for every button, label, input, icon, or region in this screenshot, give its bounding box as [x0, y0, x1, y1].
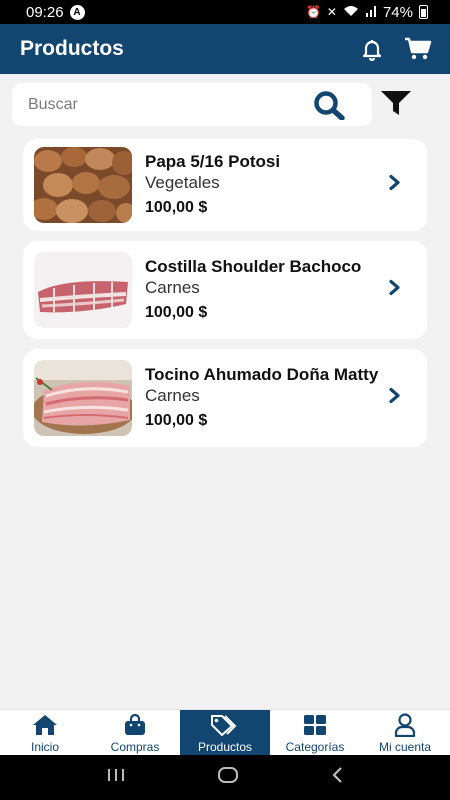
nav-item-productos[interactable]: Productos: [180, 710, 270, 755]
bottom-nav: Inicio Compras Productos Categorías Mi c…: [0, 709, 450, 755]
app-actions: [360, 37, 432, 61]
status-time: 09:26: [26, 3, 64, 21]
bell-icon[interactable]: [360, 37, 384, 61]
status-right: ⏰ ✕ 74%: [306, 4, 428, 21]
system-nav-bar: [0, 755, 450, 800]
tag-icon: [210, 713, 240, 737]
product-price: 100,00 $: [145, 304, 208, 321]
product-card[interactable]: Costilla Shoulder Bachoco Carnes 100,00 …: [23, 241, 427, 339]
grid-icon: [303, 713, 327, 737]
product-card[interactable]: Papa 5/16 Potosi Vegetales 100,00 $: [23, 139, 427, 231]
alarm-icon: ⏰: [305, 5, 321, 19]
status-bar: 09:26 A ⏰ ✕ 74%: [0, 0, 450, 24]
product-price: 100,00 $: [145, 412, 208, 429]
product-info: Costilla Shoulder Bachoco Carnes 100,00 …: [145, 257, 427, 323]
product-name: Papa 5/16 Potosi: [145, 152, 281, 171]
user-icon: [394, 713, 416, 737]
product-price: 100,00 $: [145, 199, 208, 216]
product-category: Vegetales: [145, 173, 220, 192]
product-card[interactable]: Tocino Ahumado Doña Matty Carnes 100,00 …: [23, 349, 427, 447]
nav-label: Productos: [197, 740, 253, 754]
product-name: Tocino Ahumado Doña Matty: [145, 365, 379, 384]
product-category: Carnes: [145, 278, 200, 297]
search-icon[interactable]: [312, 90, 348, 120]
battery-percent: 74%: [382, 3, 413, 21]
filter-icon[interactable]: [380, 89, 412, 117]
notification-app-icon: A: [69, 4, 85, 20]
search-box: [12, 83, 372, 126]
product-name: Costilla Shoulder Bachoco: [145, 257, 362, 276]
nav-item-inicio[interactable]: Inicio: [0, 710, 90, 755]
page-title: Productos: [20, 37, 124, 60]
nav-item-compras[interactable]: Compras: [90, 710, 180, 755]
product-category: Carnes: [145, 386, 200, 405]
status-left: 09:26 A: [26, 4, 85, 21]
nav-item-mi-cuenta[interactable]: Mi cuenta: [360, 710, 450, 755]
product-image-ribs: [34, 252, 132, 328]
product-info: Tocino Ahumado Doña Matty Carnes 100,00 …: [145, 365, 427, 431]
app-bar: Productos: [0, 24, 450, 74]
chevron-right-icon[interactable]: [389, 279, 401, 301]
search-input[interactable]: [28, 95, 288, 114]
cart-icon[interactable]: [404, 37, 432, 61]
recent-apps-icon[interactable]: [106, 767, 126, 788]
nav-label: Inicio: [30, 740, 59, 754]
mute-icon: ✕: [326, 5, 337, 19]
chevron-right-icon[interactable]: [389, 387, 401, 409]
nav-label: Compras: [110, 740, 160, 754]
nav-label: Mi cuenta: [378, 740, 432, 754]
product-list: Papa 5/16 Potosi Vegetales 100,00 $ Cost…: [23, 139, 427, 457]
product-image-potatoes: [34, 147, 132, 223]
chevron-right-icon[interactable]: [389, 174, 401, 196]
home-button-icon[interactable]: [217, 766, 239, 789]
shopping-bag-icon: [124, 713, 146, 737]
product-image-bacon: [34, 360, 132, 436]
nav-item-categorias[interactable]: Categorías: [270, 710, 360, 755]
wifi-icon: [343, 4, 359, 21]
product-info: Papa 5/16 Potosi Vegetales 100,00 $: [145, 152, 427, 218]
signal-icon: [365, 4, 377, 21]
nav-label: Categorías: [285, 740, 345, 754]
back-icon[interactable]: [330, 766, 344, 789]
battery-icon: [419, 5, 428, 19]
home-icon: [32, 713, 58, 737]
